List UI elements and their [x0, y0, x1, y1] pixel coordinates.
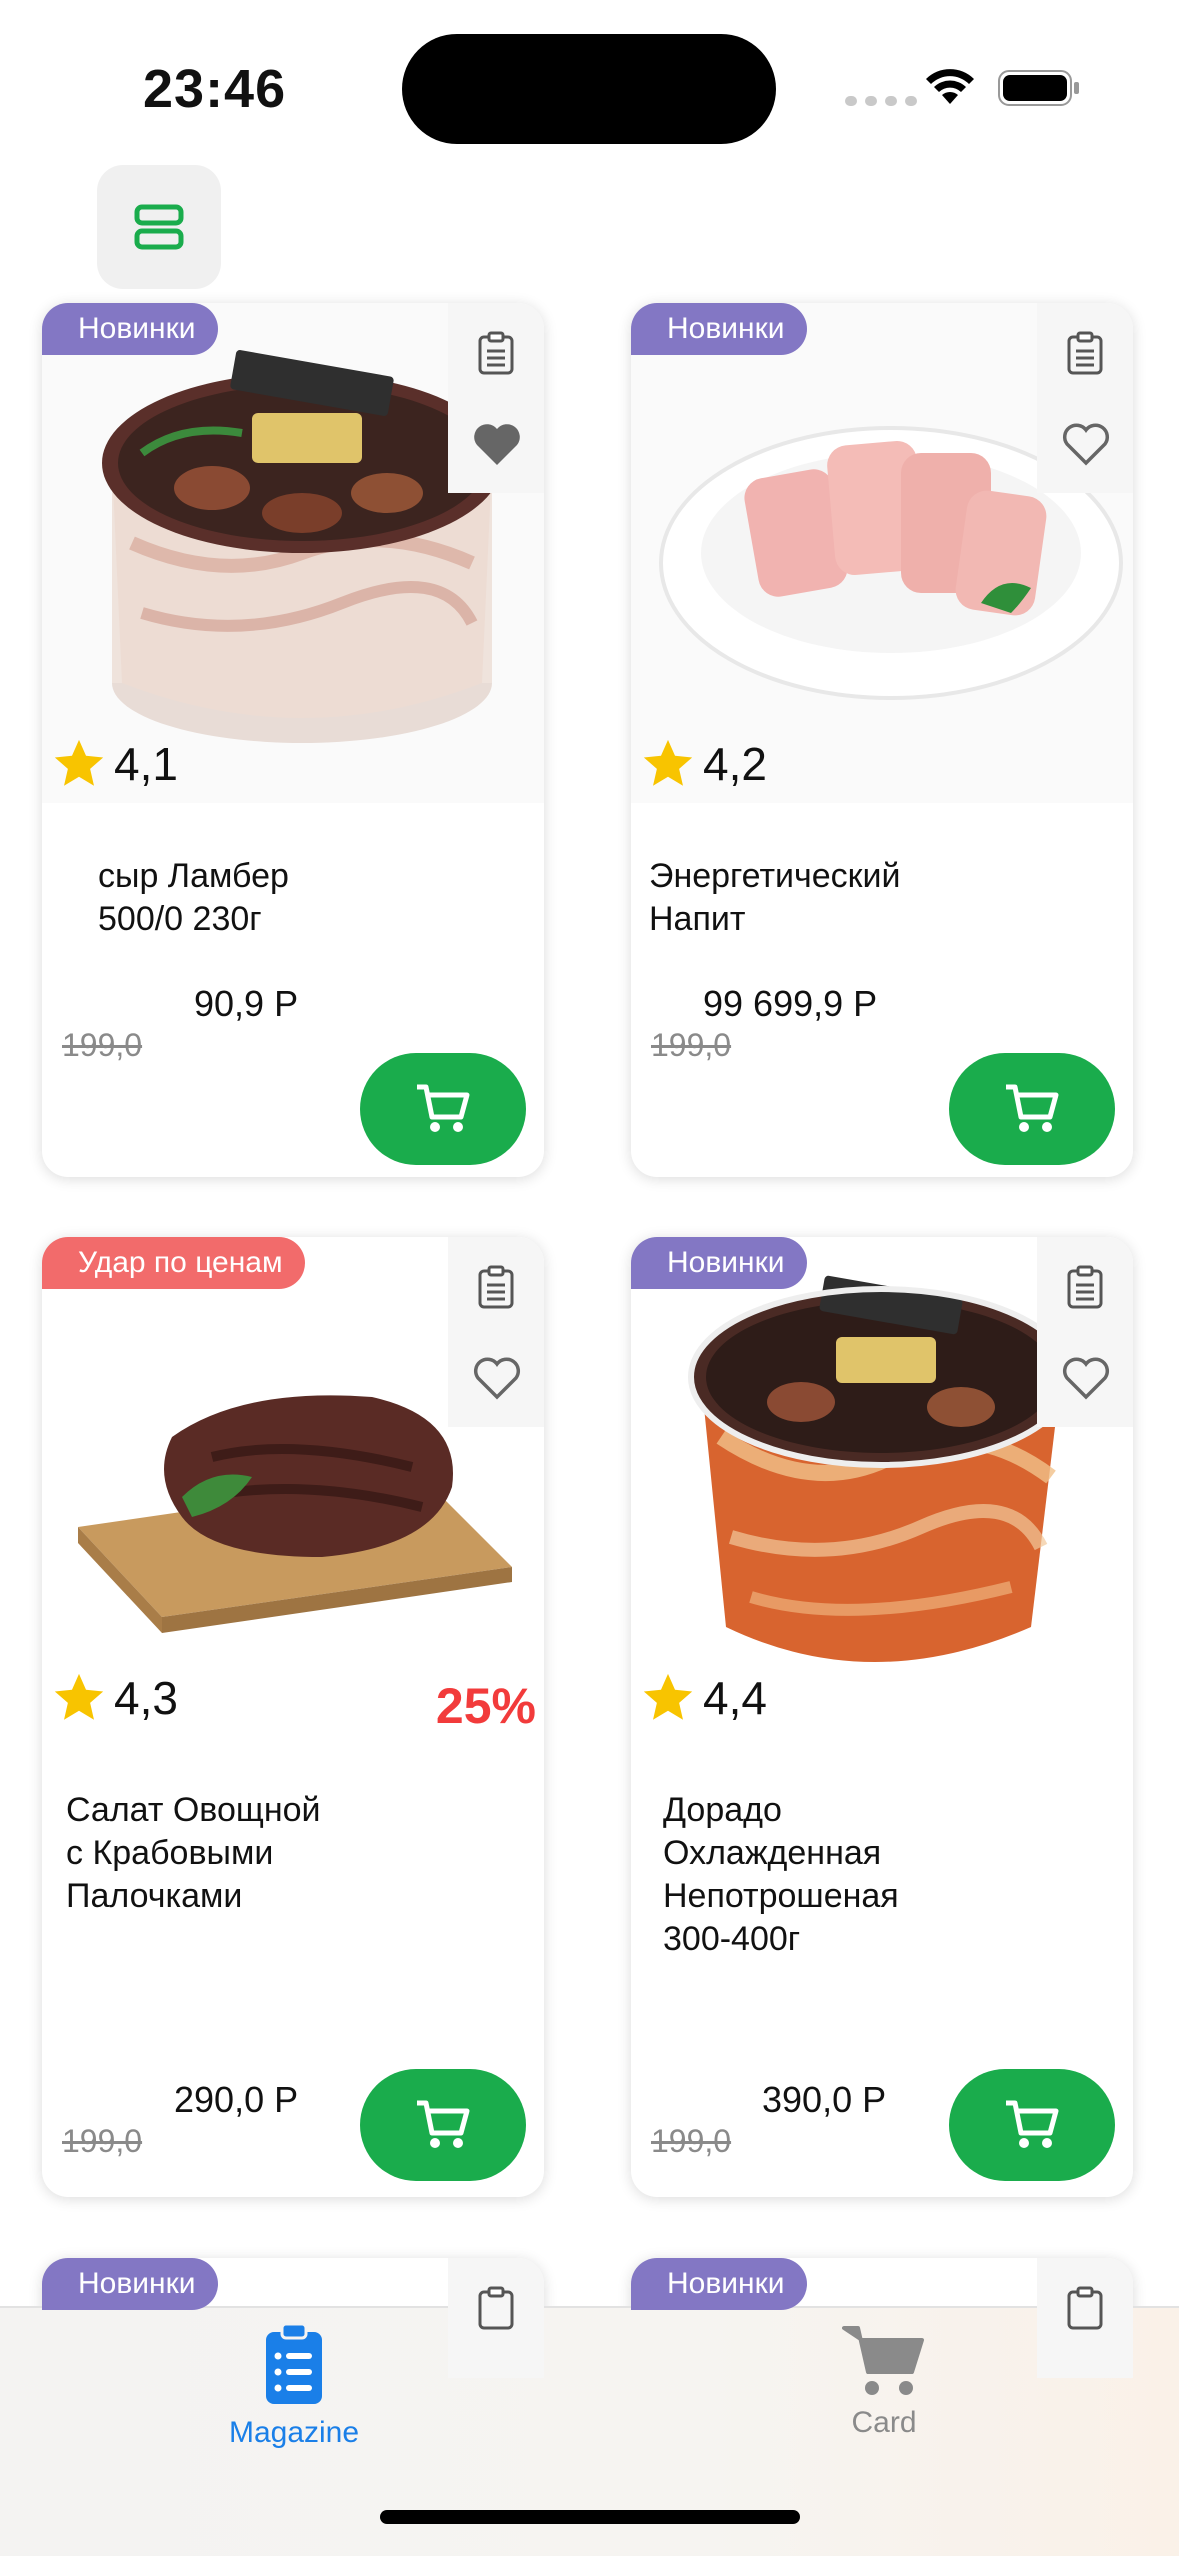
clipboard-icon[interactable]: [1066, 331, 1104, 375]
product-price: 390,0 Р: [762, 2079, 887, 2120]
product-title: Дорадо Охлажденная Непотрошеная 300-400г: [663, 1791, 899, 1958]
product-title: Энергетический Напит: [649, 857, 901, 938]
tab-magazine[interactable]: Magazine: [144, 2322, 444, 2450]
clipboard-icon[interactable]: [477, 331, 515, 375]
product-badge: Новинки: [631, 1237, 807, 1289]
product-card[interactable]: Новинки 4,2 Энергетический Напит 99 699,…: [631, 303, 1133, 1177]
product-rating: 4,1: [50, 735, 178, 793]
cart-icon: [1006, 2100, 1059, 2148]
card-actions: [448, 303, 544, 493]
product-price: 99 699,9 Р: [703, 983, 878, 1024]
list-toggle-icon: [134, 204, 184, 250]
product-title: Салат Овощной с Крабовыми Палочками: [66, 1791, 321, 1915]
add-to-cart-button[interactable]: [949, 1053, 1115, 1165]
layout-toggle-button[interactable]: [97, 165, 221, 289]
product-badge: Новинки: [42, 303, 218, 355]
home-indicator[interactable]: [380, 2510, 800, 2524]
product-badge: Удар по ценам: [42, 1237, 305, 1289]
product-title: сыр Ламбер 500/0 230г: [98, 857, 289, 938]
star-icon: [643, 739, 693, 786]
cart-icon: [417, 2100, 470, 2148]
product-old-price: 199,0: [62, 2123, 143, 2159]
product-badge: Новинки: [42, 2258, 218, 2310]
favorite-heart-icon[interactable]: [472, 1355, 522, 1401]
clipboard-icon[interactable]: [477, 2286, 515, 2330]
favorite-heart-icon[interactable]: [1061, 421, 1111, 467]
tab-label: Card: [851, 2406, 917, 2439]
status-time: 23:46: [143, 59, 287, 119]
clipboard-icon[interactable]: [477, 1265, 515, 1309]
product-card[interactable]: Новинки 4,4 Дорадо Охлажденная Непотроше…: [631, 1237, 1133, 2197]
add-to-cart-button[interactable]: [360, 1053, 526, 1165]
product-old-price: 199,0: [651, 1027, 732, 1063]
product-rating: 4,2: [639, 735, 767, 793]
product-price: 290,0 Р: [174, 2079, 299, 2120]
cellular-signal-icon: [845, 96, 917, 106]
rating-value: 4,4: [703, 1672, 767, 1724]
rating-value: 4,2: [703, 738, 767, 790]
discount-label: 25%: [435, 1678, 536, 1734]
rating-value: 4,3: [114, 1672, 178, 1724]
cart-icon: [1006, 1084, 1059, 1132]
rating-value: 4,1: [114, 738, 178, 790]
product-price: 90,9 Р: [194, 983, 299, 1024]
tab-card[interactable]: Card: [734, 2322, 1034, 2440]
clipboard-icon[interactable]: [1066, 1265, 1104, 1309]
favorite-heart-icon[interactable]: [1061, 1355, 1111, 1401]
clipboard-list-icon: [266, 2322, 322, 2404]
card-actions: [1037, 2258, 1133, 2378]
product-rating: 4,4: [639, 1669, 767, 1727]
cart-icon: [417, 1084, 470, 1132]
battery-icon: [998, 70, 1079, 106]
card-actions: [1037, 1237, 1133, 1427]
card-actions: [448, 2258, 544, 2378]
wifi-icon: [926, 69, 974, 104]
product-badge: Новинки: [631, 2258, 807, 2310]
star-icon: [54, 1673, 104, 1720]
favorite-filled-heart-icon[interactable]: [472, 421, 522, 467]
add-to-cart-button[interactable]: [360, 2069, 526, 2181]
product-rating: 4,3: [50, 1669, 178, 1727]
card-actions: [1037, 303, 1133, 493]
product-card[interactable]: Удар по ценам 4,3 25% Салат Овощной с Кр…: [42, 1237, 544, 2197]
clipboard-icon[interactable]: [1066, 2286, 1104, 2330]
status-bar: 23:46: [0, 0, 1179, 160]
dynamic-island: [402, 34, 776, 144]
product-badge: Новинки: [631, 303, 807, 355]
star-icon: [54, 739, 104, 786]
product-old-price: 199,0: [651, 2123, 732, 2159]
product-old-price: 199,0: [62, 1027, 143, 1063]
product-card[interactable]: Новинки 4,1 сыр Ламбер 500/0 230г 90,9 Р…: [42, 303, 544, 1177]
add-to-cart-button[interactable]: [949, 2069, 1115, 2181]
tab-label: Magazine: [228, 2416, 360, 2449]
star-icon: [643, 1673, 693, 1720]
cart-icon: [842, 2326, 924, 2395]
card-actions: [448, 1237, 544, 1427]
